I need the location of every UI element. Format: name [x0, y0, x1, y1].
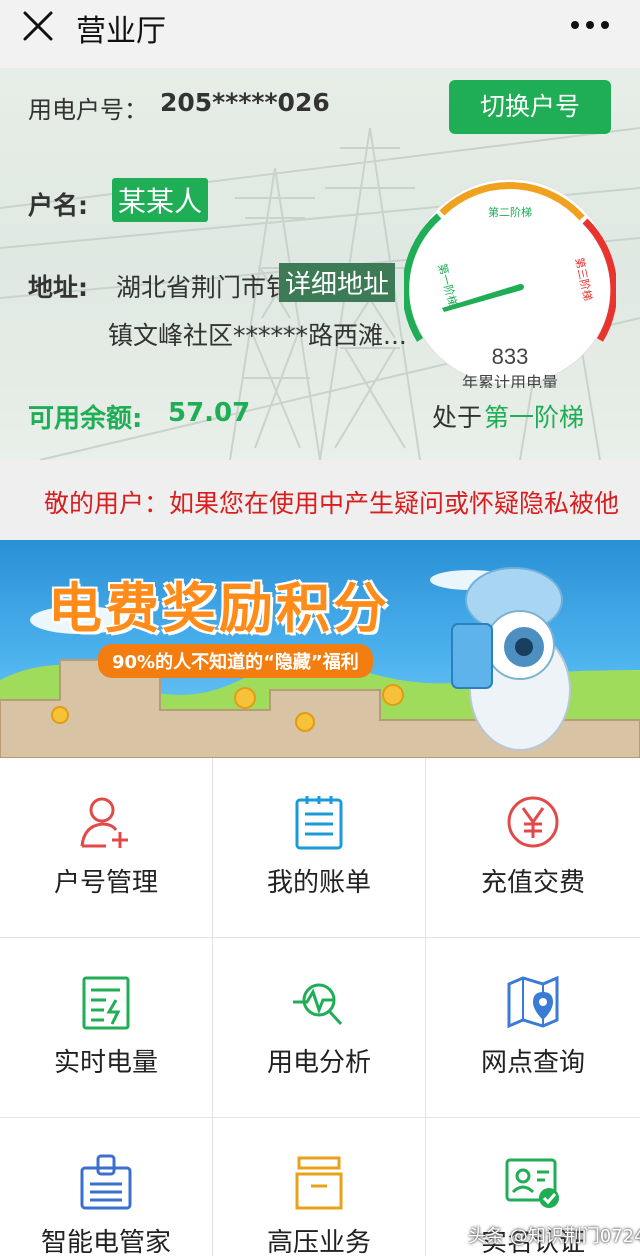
notice-text: 敬的用户：如果您在使用中产生疑问或怀疑隐私被他: [44, 489, 620, 518]
tier-prefix: 处于: [432, 403, 483, 432]
user-add-icon: [80, 797, 128, 848]
account-card: 用电户号： 205*****026 切换户号 户名: 某某人 地址: 湖北省荆门…: [0, 68, 640, 460]
gauge-tier2-label: 第二阶梯: [488, 205, 532, 219]
map-location-icon: [507, 975, 559, 1029]
address-label: 地址:: [28, 273, 88, 302]
account-number: 205*****026: [160, 88, 330, 117]
service-grid: 户号管理 我的账单 充值交费 实时电量 用电分析 网点查询 智能电管家 高压业务…: [0, 758, 640, 1256]
watermark: 头条 @知识荆门0724: [468, 1226, 640, 1247]
switch-account-button[interactable]: 切换户号: [449, 80, 611, 134]
account-name-label: 户名:: [28, 191, 88, 220]
smart-manager-icon: [80, 1154, 132, 1210]
address-line-1: 湖北省荆门市钅: [116, 273, 292, 302]
promo-banner[interactable]: 电费奖励积分 90%的人不知道的“隐藏”福利: [0, 540, 640, 758]
yuan-icon: [507, 796, 559, 848]
top-nav-bar: 营业厅: [0, 0, 640, 68]
service-smart-manager[interactable]: 智能电管家: [0, 1118, 213, 1256]
service-label: 户号管理: [53, 868, 158, 898]
service-label: 我的账单: [266, 868, 371, 898]
balance-label: 可用余额:: [28, 404, 143, 434]
bill-icon: [295, 796, 343, 850]
current-tier: 第一阶梯: [484, 403, 585, 432]
service-usage-analysis[interactable]: 用电分析: [213, 938, 426, 1118]
realtime-power-icon: [82, 976, 130, 1030]
high-voltage-box-icon: [295, 1156, 343, 1210]
gauge-label: 年累计用电量: [462, 374, 558, 388]
service-recharge[interactable]: 充值交费: [426, 758, 640, 938]
address-line-2: 镇文峰社区******路西滩...: [108, 321, 407, 350]
service-account-management[interactable]: 户号管理: [0, 758, 213, 938]
close-icon[interactable]: [22, 10, 54, 42]
service-my-bill[interactable]: 我的账单: [213, 758, 426, 938]
banner-title: 电费奖励积分: [48, 577, 390, 640]
gauge-value: 833: [492, 344, 529, 369]
balance-value: 57.07: [168, 398, 251, 428]
banner-subtitle: 90%的人不知道的“隐藏”福利: [98, 644, 373, 678]
account-name: 某某人: [112, 178, 209, 222]
service-high-voltage[interactable]: 高压业务: [213, 1118, 426, 1256]
more-icon[interactable]: [570, 20, 610, 30]
analysis-icon: [293, 983, 343, 1026]
id-verify-icon: [505, 1158, 559, 1208]
service-realtime-power[interactable]: 实时电量: [0, 938, 213, 1118]
address-mask: 详细地址: [279, 263, 396, 302]
service-outlet-query[interactable]: 网点查询: [426, 938, 640, 1118]
service-label: 实时电量: [53, 1048, 158, 1078]
page-title: 营业厅: [76, 14, 166, 49]
service-label: 智能电管家: [40, 1228, 171, 1256]
service-label: 用电分析: [266, 1048, 371, 1078]
service-label: 充值交费: [480, 868, 585, 898]
account-number-label: 用电户号：: [28, 96, 148, 124]
notice-marquee[interactable]: 敬的用户：如果您在使用中产生疑问或怀疑隐私被他: [0, 460, 640, 540]
service-label: 网点查询: [480, 1048, 585, 1078]
usage-gauge: 第二阶梯 第一阶梯 第三阶梯 833 年累计用电量: [404, 178, 616, 388]
service-label: 高压业务: [266, 1228, 371, 1256]
